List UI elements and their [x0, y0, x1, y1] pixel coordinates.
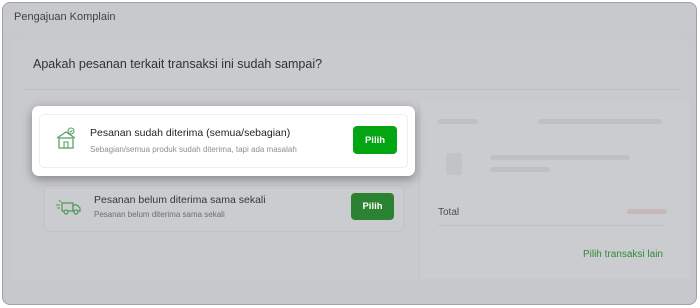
product-name-placeholder: [490, 155, 630, 160]
transaction-summary-panel: Total Pilih transaksi lain: [419, 101, 689, 279]
transaction-date-placeholder: [438, 119, 478, 124]
option-subtitle: Sebagian/semua produk sudah diterima, ta…: [90, 145, 297, 154]
choose-other-transaction-link[interactable]: Pilih transaksi lain: [583, 249, 663, 260]
page-title: Pengajuan Komplain: [3, 3, 696, 31]
product-qty-placeholder: [490, 167, 550, 172]
house-package-icon: [54, 127, 78, 156]
divider: [23, 89, 679, 90]
select-not-received-button[interactable]: Pilih: [351, 193, 394, 220]
option-subtitle: Pesanan belum diterima sama sekali: [94, 210, 225, 219]
option-not-received[interactable]: Pesanan belum diterima sama sekali Pesan…: [44, 185, 404, 232]
total-label: Total: [438, 207, 460, 218]
select-received-button[interactable]: Pilih: [353, 126, 397, 154]
product-thumbnail: [446, 153, 462, 175]
divider: [438, 225, 664, 226]
delivery-truck-icon: [56, 198, 82, 221]
option-received[interactable]: Pesanan sudah diterima (semua/sebagian) …: [32, 106, 415, 176]
option-title: Pesanan sudah diterima (semua/sebagian): [90, 127, 291, 139]
total-value-placeholder: [627, 209, 667, 214]
complaint-window: Pengajuan Komplain Apakah pesanan terkai…: [2, 2, 697, 305]
invoice-number-placeholder: [538, 119, 662, 124]
delivery-question: Apakah pesanan terkait transaksi ini sud…: [33, 57, 323, 71]
option-title: Pesanan belum diterima sama sekali: [94, 194, 266, 206]
